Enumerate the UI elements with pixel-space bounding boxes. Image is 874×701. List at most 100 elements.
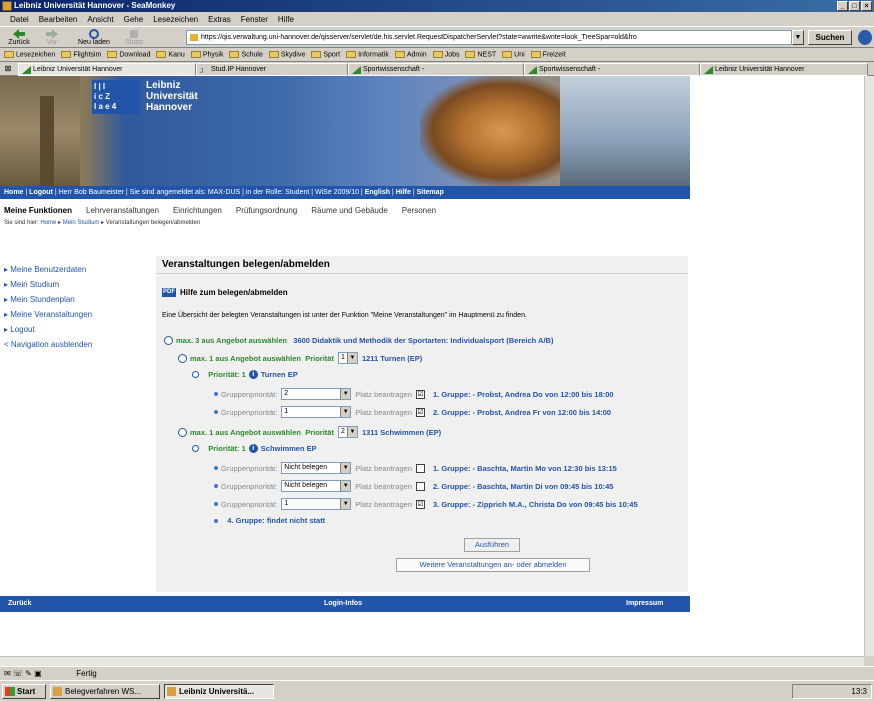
address-bar[interactable]: https://qis.verwaltung.uni-hannover.de/q…: [186, 30, 792, 45]
menu-fenster[interactable]: Fenster: [241, 15, 268, 24]
minimize-button[interactable]: _: [837, 1, 848, 11]
nav-personen[interactable]: Personen: [402, 206, 436, 215]
group-priority-select[interactable]: Nicht belegen ▼: [281, 462, 352, 474]
expand-radio[interactable]: [192, 445, 199, 452]
bookmark-schule[interactable]: Schule: [229, 50, 263, 58]
tab-sportwissenschaft-2[interactable]: Sportwissenschaft -: [524, 63, 700, 76]
nav-hide-navigation[interactable]: < Navigation ausblenden: [4, 337, 144, 352]
nav-mein-studium[interactable]: ▸ Mein Studium: [4, 277, 144, 292]
breadcrumb-home[interactable]: Home: [40, 220, 56, 226]
menu-datei[interactable]: Datei: [10, 15, 29, 24]
bookmark-physik[interactable]: Physik: [190, 50, 223, 58]
tab-sportwissenschaft-1[interactable]: Sportwissenschaft -: [348, 63, 524, 76]
tab-leibniz-1[interactable]: Leibniz Universität Hannover: [18, 63, 196, 76]
expand-radio[interactable]: [192, 371, 199, 378]
reload-button[interactable]: Neu laden: [74, 29, 114, 47]
tab-studip[interactable]: J Stud.IP Hannover: [196, 63, 348, 76]
platz-checkbox[interactable]: [416, 481, 425, 491]
bookmark-informatik[interactable]: Informatik: [346, 50, 389, 58]
window-title: Leibniz Universität Hannover - SeaMonkey: [14, 1, 176, 10]
taskbar-item-leibniz[interactable]: Leibniz Universitä...: [164, 684, 274, 699]
search-button[interactable]: Suchen: [808, 30, 852, 45]
bookmark-kanu[interactable]: Kanu: [156, 50, 185, 58]
nav-logout[interactable]: ▸ Logout: [4, 322, 144, 337]
menu-extras[interactable]: Extras: [208, 15, 231, 24]
vertical-scrollbar[interactable]: [864, 76, 874, 656]
english-link[interactable]: English: [365, 189, 390, 196]
group-priority-select[interactable]: Nicht belegen ▼: [281, 480, 352, 492]
breadcrumb-studium[interactable]: Mein Studium: [63, 220, 100, 226]
functions-title: Meine Funktionen: [4, 205, 72, 215]
bookmark-nest[interactable]: NEST: [465, 50, 496, 58]
logout-link[interactable]: Logout: [29, 189, 53, 196]
offer-turnen: max. 1 aus Angebot auswählen Priorität 1…: [178, 352, 422, 364]
group-priority-select[interactable]: 2 ▼: [281, 388, 352, 400]
start-button[interactable]: Start: [2, 684, 46, 699]
bookmark-download[interactable]: Download: [107, 50, 150, 58]
platz-checkbox[interactable]: ☑: [416, 499, 425, 509]
maximize-button[interactable]: □: [849, 1, 860, 11]
expand-radio[interactable]: [178, 353, 187, 363]
help-link[interactable]: PDF Hilfe zum belegen/abmelden: [162, 288, 288, 298]
menu-gehe[interactable]: Gehe: [124, 15, 144, 24]
back-arrow-icon: [13, 29, 25, 39]
university-logo[interactable]: l | l i c Z l a e 4: [92, 80, 140, 114]
nav-veranstaltungen[interactable]: ▸ Meine Veranstaltungen: [4, 307, 144, 322]
bookmark-flightsim[interactable]: Flightsim: [61, 50, 101, 58]
bookmark-jobs[interactable]: Jobs: [432, 50, 459, 58]
seamonkey-icon: [167, 687, 176, 696]
stop-button[interactable]: Stopp: [120, 29, 148, 47]
sport-favicon-icon: [352, 66, 361, 74]
footer-back-link[interactable]: Zurück: [8, 596, 31, 612]
menu-bearbeiten[interactable]: Bearbeiten: [39, 15, 78, 24]
web-page: l | l i c Z l a e 4 Leibniz Universität …: [0, 76, 864, 656]
priority-select-schwimmen[interactable]: 2 ▼: [337, 426, 358, 438]
expand-radio[interactable]: [178, 427, 187, 437]
menu-lesezeichen[interactable]: Lesezeichen: [153, 15, 198, 24]
more-courses-button[interactable]: Weitere Veranstaltungen an- oder abmelde…: [396, 558, 590, 572]
info-icon[interactable]: i: [248, 444, 258, 453]
info-icon[interactable]: i: [248, 370, 258, 379]
bookmark-lesezeichen[interactable]: Lesezeichen: [4, 50, 55, 58]
nav-raeume[interactable]: Räume und Gebäude: [311, 206, 388, 215]
sitemap-link[interactable]: Sitemap: [417, 189, 444, 196]
close-button[interactable]: ×: [861, 1, 872, 11]
platz-checkbox[interactable]: ☑: [416, 389, 425, 399]
execute-button[interactable]: Ausführen: [464, 538, 520, 552]
platz-checkbox[interactable]: ☑: [416, 407, 425, 417]
priority-select-turnen[interactable]: 1 ▼: [337, 352, 358, 364]
taskbar-item-belegverfahren[interactable]: Belegverfahren WS...: [50, 684, 160, 699]
nav-pruefungsordnung[interactable]: Prüfungsordnung: [236, 206, 297, 215]
nav-benutzerdaten[interactable]: ▸ Meine Benutzerdaten: [4, 262, 144, 277]
left-nav: ▸ Meine Benutzerdaten ▸ Mein Studium ▸ M…: [4, 262, 144, 352]
footer-impressum-link[interactable]: Impressum: [626, 596, 663, 612]
nav-lehrveranstaltungen[interactable]: Lehrveranstaltungen: [86, 206, 159, 215]
svg-text:J: J: [200, 68, 204, 74]
bookmark-admin[interactable]: Admin: [394, 50, 427, 58]
group-row: Gruppenpriorität: 2 ▼ Platz beantragen ☑ …: [214, 388, 614, 400]
bookmark-sport[interactable]: Sport: [311, 50, 340, 58]
bookmark-uni[interactable]: Uni: [502, 50, 525, 58]
group-priority-select[interactable]: 1 ▼: [281, 406, 352, 418]
group-priority-select[interactable]: 1 ▼: [281, 498, 352, 510]
back-button[interactable]: Zurück: [4, 29, 34, 47]
menu-hilfe[interactable]: Hilfe: [278, 15, 294, 24]
forward-button[interactable]: Vor: [40, 29, 64, 47]
tab-leibniz-2[interactable]: Leibniz Universität Hannover: [700, 63, 868, 76]
nav-einrichtungen[interactable]: Einrichtungen: [173, 206, 222, 215]
menu-bar: Datei Bearbeiten Ansicht Gehe Lesezeiche…: [0, 12, 874, 26]
bookmark-freizeit[interactable]: Freizeit: [530, 50, 566, 58]
window-titlebar: Leibniz Universität Hannover - SeaMonkey…: [0, 0, 874, 12]
help-link[interactable]: Hilfe: [396, 189, 411, 196]
address-dropdown-button[interactable]: ▼: [792, 30, 804, 45]
close-tab-icon[interactable]: ⊠: [2, 63, 14, 75]
folder-icon: [346, 50, 357, 58]
horizontal-scrollbar[interactable]: [0, 656, 864, 666]
footer-login-link[interactable]: Login-Infos: [324, 596, 362, 612]
nav-stundenplan[interactable]: ▸ Mein Stundenplan: [4, 292, 144, 307]
expand-radio[interactable]: [164, 336, 173, 345]
menu-ansicht[interactable]: Ansicht: [87, 15, 113, 24]
bookmark-skydive[interactable]: Skydive: [268, 50, 305, 58]
platz-checkbox[interactable]: [416, 463, 425, 473]
home-link[interactable]: Home: [4, 189, 23, 196]
